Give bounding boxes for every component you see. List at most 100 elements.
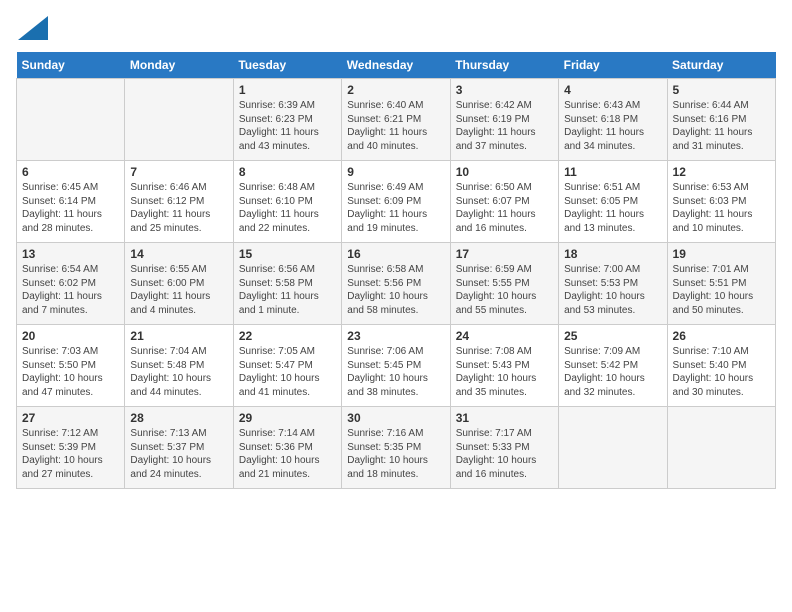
calendar-cell: 14 Sunrise: 6:55 AMSunset: 6:00 PMDayligh… [125, 243, 233, 325]
col-header-monday: Monday [125, 52, 233, 79]
calendar-cell: 16 Sunrise: 6:58 AMSunset: 5:56 PMDayligh… [342, 243, 450, 325]
day-detail: Sunrise: 6:56 AMSunset: 5:58 PMDaylight:… [239, 263, 336, 317]
day-detail: Sunrise: 6:50 AMSunset: 6:07 PMDaylight:… [456, 181, 553, 235]
calendar-cell [667, 407, 775, 489]
calendar-cell: 24Sunrise: 7:08 AMSunset: 5:43 PMDayligh… [450, 325, 558, 407]
day-detail: Sunrise: 6:49 AMSunset: 6:09 PMDaylight:… [347, 181, 444, 235]
col-header-wednesday: Wednesday [342, 52, 450, 79]
day-number: 9 [347, 165, 444, 179]
calendar-cell: 18 Sunrise: 7:00 AMSunset: 5:53 PMDayligh… [559, 243, 667, 325]
day-number: 28 [130, 411, 227, 425]
day-number: 1 [239, 83, 336, 97]
day-number: 11 [564, 165, 661, 179]
day-number: 12 [673, 165, 770, 179]
day-number: 25 [564, 329, 661, 343]
day-detail: Sunrise: 7:12 AMSunset: 5:39 PMDaylight:… [22, 427, 119, 481]
day-number: 4 [564, 83, 661, 97]
calendar-cell: 5 Sunrise: 6:44 AMSunset: 6:16 PMDaylight… [667, 79, 775, 161]
day-number: 3 [456, 83, 553, 97]
day-number: 5 [673, 83, 770, 97]
day-detail: Sunrise: 7:00 AMSunset: 5:53 PMDaylight:… [564, 263, 661, 317]
col-header-thursday: Thursday [450, 52, 558, 79]
calendar-cell: 20Sunrise: 7:03 AMSunset: 5:50 PMDayligh… [17, 325, 125, 407]
day-number: 17 [456, 247, 553, 261]
calendar-cell: 2 Sunrise: 6:40 AMSunset: 6:21 PMDaylight… [342, 79, 450, 161]
calendar-cell [125, 79, 233, 161]
day-detail: Sunrise: 6:54 AMSunset: 6:02 PMDaylight:… [22, 263, 119, 317]
calendar-cell: 1 Sunrise: 6:39 AMSunset: 6:23 PMDaylight… [233, 79, 341, 161]
col-header-sunday: Sunday [17, 52, 125, 79]
day-detail: Sunrise: 6:46 AMSunset: 6:12 PMDaylight:… [130, 181, 227, 235]
day-number: 30 [347, 411, 444, 425]
day-number: 7 [130, 165, 227, 179]
day-number: 2 [347, 83, 444, 97]
calendar-cell [559, 407, 667, 489]
calendar-cell: 31 Sunrise: 7:17 AMSunset: 5:33 PMDayligh… [450, 407, 558, 489]
calendar-cell: 30 Sunrise: 7:16 AMSunset: 5:35 PMDayligh… [342, 407, 450, 489]
calendar-cell [17, 79, 125, 161]
day-detail: Sunrise: 6:40 AMSunset: 6:21 PMDaylight:… [347, 99, 444, 153]
day-number: 16 [347, 247, 444, 261]
day-detail: Sunrise: 6:58 AMSunset: 5:56 PMDaylight:… [347, 263, 444, 317]
day-detail: Sunrise: 7:04 AMSunset: 5:48 PMDaylight:… [130, 345, 227, 399]
day-detail: Sunrise: 6:53 AMSunset: 6:03 PMDaylight:… [673, 181, 770, 235]
col-header-tuesday: Tuesday [233, 52, 341, 79]
calendar-cell: 29 Sunrise: 7:14 AMSunset: 5:36 PMDayligh… [233, 407, 341, 489]
page-header [16, 16, 776, 40]
day-detail: Sunrise: 7:17 AMSunset: 5:33 PMDaylight:… [456, 427, 553, 481]
calendar-cell: 9 Sunrise: 6:49 AMSunset: 6:09 PMDaylight… [342, 161, 450, 243]
calendar-cell: 6 Sunrise: 6:45 AMSunset: 6:14 PMDaylight… [17, 161, 125, 243]
day-detail: Sunrise: 7:13 AMSunset: 5:37 PMDaylight:… [130, 427, 227, 481]
day-detail: Sunrise: 7:05 AMSunset: 5:47 PMDaylight:… [239, 345, 336, 399]
calendar-cell: 27 Sunrise: 7:12 AMSunset: 5:39 PMDayligh… [17, 407, 125, 489]
day-number: 27 [22, 411, 119, 425]
day-number: 21 [130, 329, 227, 343]
calendar-cell: 26 Sunrise: 7:10 AMSunset: 5:40 PMDayligh… [667, 325, 775, 407]
day-detail: Sunrise: 7:06 AMSunset: 5:45 PMDaylight:… [347, 345, 444, 399]
col-header-saturday: Saturday [667, 52, 775, 79]
day-detail: Sunrise: 6:55 AMSunset: 6:00 PMDaylight:… [130, 263, 227, 317]
day-detail: Sunrise: 6:59 AMSunset: 5:55 PMDaylight:… [456, 263, 553, 317]
day-number: 20 [22, 329, 119, 343]
day-number: 23 [347, 329, 444, 343]
day-number: 22 [239, 329, 336, 343]
day-number: 18 [564, 247, 661, 261]
calendar-cell: 4Sunrise: 6:43 AMSunset: 6:18 PMDaylight… [559, 79, 667, 161]
logo-text [16, 16, 48, 40]
logo [16, 16, 48, 40]
calendar-cell: 3Sunrise: 6:42 AMSunset: 6:19 PMDaylight… [450, 79, 558, 161]
day-number: 15 [239, 247, 336, 261]
day-detail: Sunrise: 7:01 AMSunset: 5:51 PMDaylight:… [673, 263, 770, 317]
day-detail: Sunrise: 7:14 AMSunset: 5:36 PMDaylight:… [239, 427, 336, 481]
day-detail: Sunrise: 6:48 AMSunset: 6:10 PMDaylight:… [239, 181, 336, 235]
calendar-cell: 25 Sunrise: 7:09 AMSunset: 5:42 PMDayligh… [559, 325, 667, 407]
calendar-cell: 15 Sunrise: 6:56 AMSunset: 5:58 PMDayligh… [233, 243, 341, 325]
calendar-table: SundayMondayTuesdayWednesdayThursdayFrid… [16, 52, 776, 489]
day-detail: Sunrise: 7:10 AMSunset: 5:40 PMDaylight:… [673, 345, 770, 399]
day-number: 26 [673, 329, 770, 343]
day-number: 29 [239, 411, 336, 425]
calendar-cell: 12 Sunrise: 6:53 AMSunset: 6:03 PMDayligh… [667, 161, 775, 243]
calendar-cell: 23 Sunrise: 7:06 AMSunset: 5:45 PMDayligh… [342, 325, 450, 407]
calendar-cell: 19 Sunrise: 7:01 AMSunset: 5:51 PMDayligh… [667, 243, 775, 325]
day-number: 19 [673, 247, 770, 261]
day-detail: Sunrise: 6:39 AMSunset: 6:23 PMDaylight:… [239, 99, 336, 153]
day-number: 6 [22, 165, 119, 179]
calendar-cell: 10 Sunrise: 6:50 AMSunset: 6:07 PMDayligh… [450, 161, 558, 243]
calendar-cell: 8Sunrise: 6:48 AMSunset: 6:10 PMDaylight… [233, 161, 341, 243]
day-number: 13 [22, 247, 119, 261]
calendar-cell: 13 Sunrise: 6:54 AMSunset: 6:02 PMDayligh… [17, 243, 125, 325]
day-number: 14 [130, 247, 227, 261]
col-header-friday: Friday [559, 52, 667, 79]
calendar-cell: 22 Sunrise: 7:05 AMSunset: 5:47 PMDayligh… [233, 325, 341, 407]
day-detail: Sunrise: 7:09 AMSunset: 5:42 PMDaylight:… [564, 345, 661, 399]
calendar-cell: 17 Sunrise: 6:59 AMSunset: 5:55 PMDayligh… [450, 243, 558, 325]
day-number: 10 [456, 165, 553, 179]
day-detail: Sunrise: 7:16 AMSunset: 5:35 PMDaylight:… [347, 427, 444, 481]
day-number: 31 [456, 411, 553, 425]
day-detail: Sunrise: 6:44 AMSunset: 6:16 PMDaylight:… [673, 99, 770, 153]
day-detail: Sunrise: 6:51 AMSunset: 6:05 PMDaylight:… [564, 181, 661, 235]
day-detail: Sunrise: 7:08 AMSunset: 5:43 PMDaylight:… [456, 345, 553, 399]
calendar-cell: 28 Sunrise: 7:13 AMSunset: 5:37 PMDayligh… [125, 407, 233, 489]
day-detail: Sunrise: 6:45 AMSunset: 6:14 PMDaylight:… [22, 181, 119, 235]
